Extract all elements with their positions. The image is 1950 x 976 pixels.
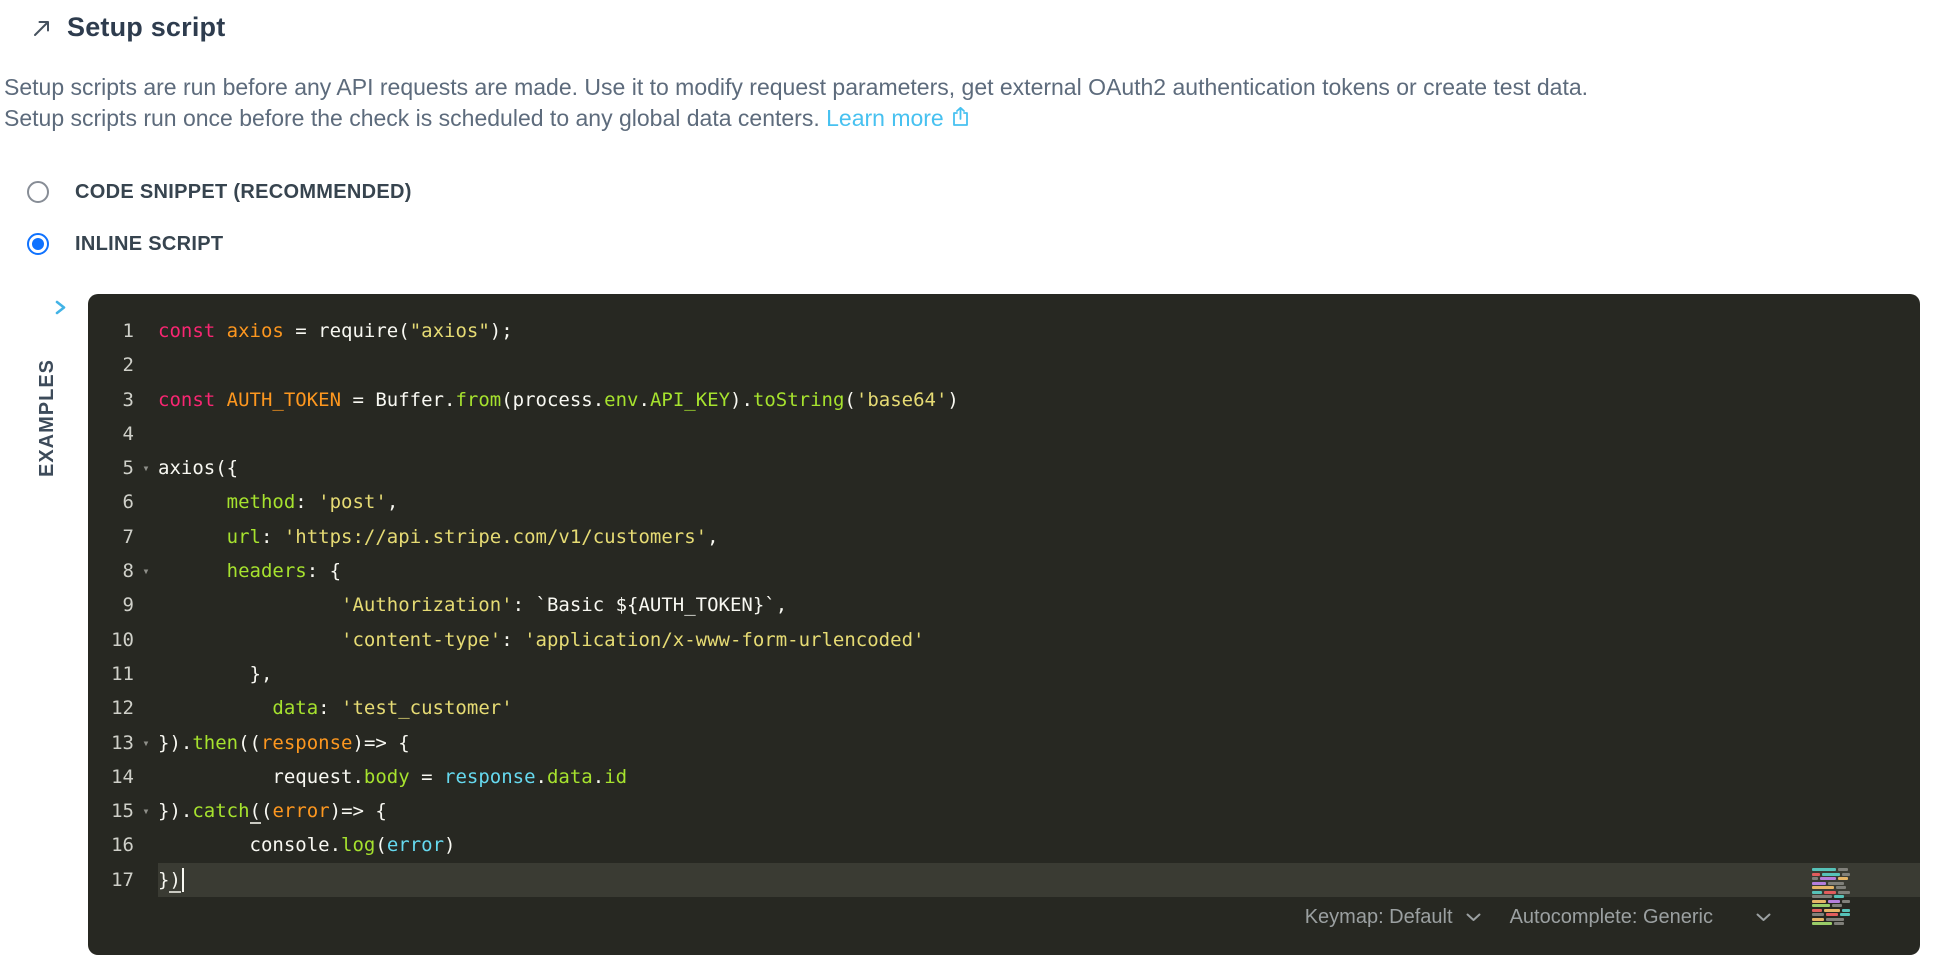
code-line[interactable]: 16 console.log(error) [88,828,1920,862]
line-number: 12 [88,691,134,725]
examples-tab[interactable]: EXAMPLES [36,347,59,477]
code-preview-icon [1812,868,1858,926]
fold-gutter [134,383,158,417]
text-cursor [182,868,184,892]
line-number: 1 [88,314,134,348]
chevron-right-icon[interactable] [52,299,69,321]
fold-gutter [134,691,158,725]
line-number: 11 [88,657,134,691]
line-number: 8 [88,554,134,588]
fold-gutter [134,657,158,691]
code-text[interactable]: }).then((response)=> { [158,726,1920,760]
code-line[interactable]: 10 'content-type': 'application/x-www-fo… [88,623,1920,657]
description: Setup scripts are run before any API req… [4,72,1914,134]
radio-circle-icon[interactable] [27,181,49,203]
code-text[interactable]: }, [158,657,1920,691]
chevron-down-icon [1465,912,1482,923]
fold-gutter [134,828,158,862]
code-lines: 1 const axios = require("axios"); 23 const … [88,314,1920,897]
learn-more-link[interactable]: Learn more [826,103,970,134]
fold-gutter [134,485,158,519]
code-text[interactable]: }) [158,863,1920,897]
keymap-dropdown[interactable]: Keymap: Default [1305,906,1482,929]
code-text[interactable]: }).catch((error)=> { [158,794,1920,828]
fold-gutter [134,417,158,451]
code-line[interactable]: 14 request.body = response.data.id [88,760,1920,794]
code-line[interactable]: 13▾}).then((response)=> { [88,726,1920,760]
fold-arrow-icon[interactable]: ▾ [134,554,158,588]
fold-gutter [134,623,158,657]
line-number: 14 [88,760,134,794]
code-text[interactable]: const AUTH_TOKEN = Buffer.from(process.e… [158,383,1920,417]
description-line-2: Setup scripts run once before the check … [4,103,1914,134]
code-text[interactable]: const axios = require("axios"); [158,314,1920,348]
code-line[interactable]: 15▾}).catch((error)=> { [88,794,1920,828]
line-number: 9 [88,588,134,622]
code-line[interactable]: 5▾axios({ [88,451,1920,485]
description-line-1: Setup scripts are run before any API req… [4,72,1914,103]
line-number: 2 [88,348,134,382]
radio-label: CODE SNIPPET (RECOMMENDED) [75,181,412,204]
code-line[interactable]: 17}) [88,863,1920,897]
line-number: 16 [88,828,134,862]
code-text[interactable]: headers: { [158,554,1920,588]
line-number: 7 [88,520,134,554]
code-line[interactable]: 12 data: 'test_customer' [88,691,1920,725]
code-text[interactable] [158,417,1920,451]
code-line[interactable]: 11 }, [88,657,1920,691]
chevron-down-icon [1755,912,1772,923]
line-number: 17 [88,863,134,897]
code-text[interactable]: axios({ [158,451,1920,485]
fold-gutter [134,760,158,794]
external-link-icon [951,103,970,134]
code-line[interactable]: 4 [88,417,1920,451]
code-line[interactable]: 9 'Authorization': `Basic ${AUTH_TOKEN}`… [88,588,1920,622]
header: Setup script [31,12,225,43]
setup-script-section: Setup script Setup scripts are run befor… [0,0,1950,976]
radio-label: INLINE SCRIPT [75,233,223,256]
line-number: 4 [88,417,134,451]
radio-circle-selected-icon[interactable] [27,233,49,255]
code-line[interactable]: 3 const AUTH_TOKEN = Buffer.from(process.… [88,383,1920,417]
radio-code-snippet[interactable]: CODE SNIPPET (RECOMMENDED) [27,181,412,203]
code-text[interactable]: method: 'post', [158,485,1920,519]
code-text[interactable]: console.log(error) [158,828,1920,862]
page-title: Setup script [67,12,225,43]
fold-arrow-icon[interactable]: ▾ [134,451,158,485]
autocomplete-dropdown[interactable]: Autocomplete: Generic [1510,906,1772,929]
line-number: 10 [88,623,134,657]
fold-arrow-icon[interactable]: ▾ [134,794,158,828]
code-line[interactable]: 6 method: 'post', [88,485,1920,519]
fold-gutter [134,863,158,897]
code-text[interactable] [158,348,1920,382]
code-editor[interactable]: 1 const axios = require("axios"); 23 const … [88,294,1920,955]
fold-gutter [134,588,158,622]
line-number: 3 [88,383,134,417]
code-text[interactable]: 'content-type': 'application/x-www-form-… [158,623,1920,657]
editor-status-bar: Keymap: Default Autocomplete: Generic [1305,906,1772,929]
code-text[interactable]: request.body = response.data.id [158,760,1920,794]
line-number: 15 [88,794,134,828]
code-text[interactable]: 'Authorization': `Basic ${AUTH_TOKEN}`, [158,588,1920,622]
arrow-up-right-icon [31,17,53,39]
code-line[interactable]: 2 [88,348,1920,382]
fold-gutter [134,520,158,554]
code-text[interactable]: data: 'test_customer' [158,691,1920,725]
code-line[interactable]: 7 url: 'https://api.stripe.com/v1/custom… [88,520,1920,554]
line-number: 6 [88,485,134,519]
fold-arrow-icon[interactable]: ▾ [134,726,158,760]
fold-gutter [134,314,158,348]
code-text[interactable]: url: 'https://api.stripe.com/v1/customer… [158,520,1920,554]
line-number: 5 [88,451,134,485]
fold-gutter [134,348,158,382]
line-number: 13 [88,726,134,760]
code-line[interactable]: 1 const axios = require("axios"); [88,314,1920,348]
radio-inline-script[interactable]: INLINE SCRIPT [27,233,223,255]
code-line[interactable]: 8▾ headers: { [88,554,1920,588]
